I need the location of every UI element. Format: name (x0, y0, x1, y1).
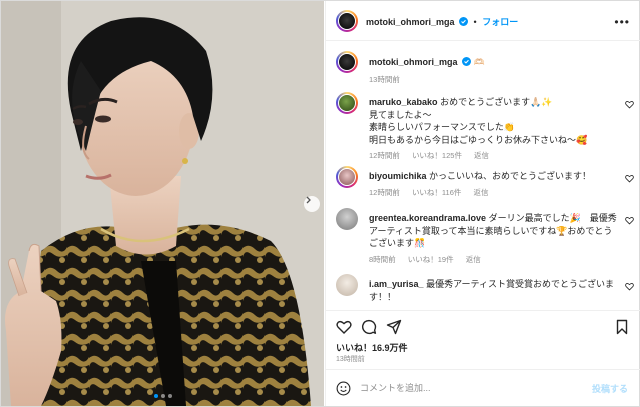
action-bar (326, 310, 640, 340)
comment-input[interactable] (360, 381, 580, 395)
avatar[interactable] (336, 274, 358, 296)
comment-username[interactable]: greentea.koreandrama.love (369, 213, 486, 223)
comment-text-line: ダーリン最高でした🎉 最優秀 (488, 213, 617, 223)
avatar[interactable] (336, 166, 358, 188)
comment-username[interactable]: biyoumichika (369, 171, 427, 181)
verified-badge-icon (459, 17, 469, 26)
avatar[interactable] (336, 208, 358, 230)
post-side-panel: motoki_ohmori_mga • フォロー ••• motoki_ohmo… (325, 1, 640, 406)
comment-text-line: 見てましたよ〜 (369, 109, 432, 120)
comment-text-line: す！！ (369, 291, 397, 302)
comment-likes[interactable]: いいね！19件 (408, 255, 454, 264)
emoji-icon[interactable] (336, 381, 351, 396)
caption-username[interactable]: motoki_ohmori_mga (369, 57, 458, 67)
chevron-right-icon (306, 196, 311, 204)
carousel-dot (161, 394, 165, 398)
comment-time: 12時間前 (369, 151, 400, 160)
comment-text-line: おめでとうございます🙏🏻✨ (440, 97, 553, 107)
more-options-icon[interactable]: ••• (614, 15, 630, 29)
bookmark-icon[interactable] (614, 319, 630, 335)
comment-time: 12時間前 (369, 187, 400, 197)
comment-text-line: アーティスト賞取って本当に素晴らしいですね🏆おめでとう (369, 225, 613, 236)
comment-text-line: 最優秀アーティスト賞受賞おめでとうございま (426, 279, 614, 289)
carousel-dot (168, 394, 172, 398)
comment-text-line: ございます🎊 (369, 238, 426, 248)
post-comment-button[interactable]: 投稿する (592, 382, 628, 395)
like-heart-icon[interactable] (336, 319, 352, 335)
post-header: motoki_ohmori_mga • フォロー ••• (326, 1, 640, 41)
dot-separator: • (473, 17, 477, 27)
reply-button[interactable]: 返信 (474, 188, 489, 197)
avatar[interactable] (336, 10, 358, 32)
follow-button[interactable]: フォロー (482, 17, 518, 27)
author-username[interactable]: motoki_ohmori_mga (366, 17, 455, 27)
comment-text-line: かっこいいね、おめでとうございます！ (429, 171, 592, 181)
like-comment-heart-icon[interactable] (625, 216, 634, 225)
next-image-button[interactable] (304, 196, 320, 212)
comment-likes[interactable]: いいね！125件 (412, 151, 462, 160)
like-count[interactable]: いいね！16.9万件 (336, 341, 408, 354)
comment-username[interactable]: i.am_yurisa_ (369, 279, 424, 289)
comment-likes[interactable]: いいね！116件 (412, 188, 461, 197)
person-photo (1, 1, 324, 406)
comment-icon[interactable] (361, 319, 377, 335)
caption-time: 13時間前 (369, 74, 400, 84)
post-time: 13時間前 (336, 356, 365, 363)
share-icon[interactable] (386, 319, 402, 335)
caption-text: 🫶🏻 (473, 57, 485, 67)
carousel-dot (154, 394, 158, 398)
comment-text-line: 明日もあるから今日はごゆっくりお休み下さいね〜🥰 (369, 134, 588, 145)
comments-list[interactable]: motoki_ohmori_mga 🫶🏻 13時間前 maruko_kabako… (326, 42, 640, 310)
reply-button[interactable]: 返信 (466, 255, 481, 264)
comment-text-line: 素晴らしいパフォーマンスでした👏 (369, 122, 516, 132)
avatar[interactable] (336, 51, 358, 73)
avatar[interactable] (336, 92, 358, 114)
header-user: motoki_ohmori_mga • フォロー (366, 15, 518, 28)
add-comment-bar: 投稿する (326, 369, 640, 406)
comment-time: 8時間前 (369, 254, 396, 264)
like-comment-heart-icon[interactable] (625, 174, 634, 183)
reply-button[interactable]: 返信 (474, 151, 489, 160)
verified-badge-icon (462, 57, 472, 66)
like-comment-heart-icon[interactable] (625, 100, 634, 109)
like-comment-heart-icon[interactable] (625, 282, 634, 291)
post-photo[interactable] (1, 1, 324, 406)
comment-username[interactable]: maruko_kabako (369, 97, 438, 107)
carousel-indicator (154, 394, 172, 398)
